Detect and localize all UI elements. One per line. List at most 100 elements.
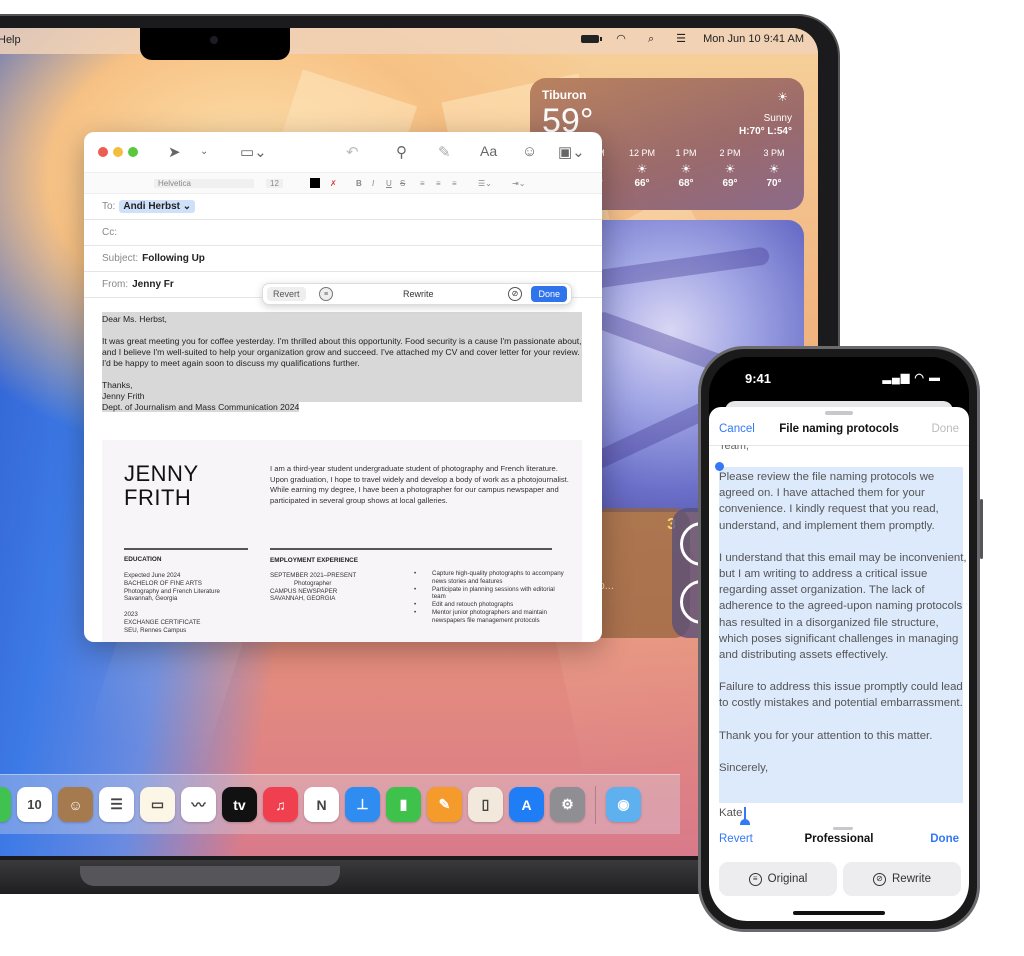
music-icon[interactable]: ♫ — [263, 787, 298, 822]
settings-icon[interactable]: ⚙ — [550, 787, 585, 822]
hour-item: 3 PM ☀ 70° — [752, 148, 796, 189]
mail-body[interactable]: Dear Ms. Herbst, It was great meeting yo… — [102, 314, 584, 413]
greeting: Dear Ms. Herbst, — [102, 314, 167, 324]
weather-condition: Sunny — [763, 113, 792, 124]
subject-field[interactable]: Subject: Following Up — [84, 246, 602, 272]
education-line: 2023 — [124, 610, 138, 618]
signature-dept: Dept. of Journalism and Mass Communicati… — [102, 402, 300, 412]
divider — [270, 548, 552, 550]
hour-temp: 69° — [722, 178, 738, 189]
send-options-chevron-icon[interactable]: ⌄ — [200, 146, 208, 157]
signature-name: Jenny Frith — [102, 391, 145, 401]
duty-item: Capture high-quality photographs to acco… — [414, 570, 564, 586]
sun-icon: ☀ — [768, 162, 780, 176]
writing-tools-rewrite-bar: Revert ≡ Rewrite ⊘ Done — [262, 283, 572, 305]
align-left-icon[interactable]: ≡ — [420, 179, 425, 188]
align-center-icon[interactable]: ≡ — [436, 179, 441, 188]
list-icon[interactable]: ☰⌄ — [478, 179, 492, 188]
employment-line: CAMPUS NEWSPAPER — [270, 587, 338, 595]
sheet-grabber[interactable] — [825, 411, 853, 415]
education-heading: EDUCATION — [124, 556, 162, 563]
battery-icon[interactable] — [581, 35, 603, 43]
mail-compose-window: ➤ ⌄ ▭⌄ ↶ ⚲ ✎ Aa ☺ ▣⌄ Helvetica 12 ✗ B I … — [84, 132, 602, 642]
compose-title: File naming protocols — [779, 423, 899, 435]
underline-button[interactable]: U — [386, 179, 392, 188]
freeform-icon[interactable]: 〰 — [181, 787, 216, 822]
menu-clock[interactable]: Mon Jun 10 9:41 AM — [703, 33, 804, 45]
rewrite-button[interactable]: ⊘ Rewrite — [843, 862, 961, 896]
education-line: Expected June 2024 — [124, 572, 181, 579]
tv-icon[interactable]: tv — [222, 787, 257, 822]
original-label: Original — [767, 873, 808, 885]
emoji-icon[interactable]: ☺ — [522, 143, 537, 160]
revert-button[interactable]: Revert — [267, 287, 306, 301]
attachment-icon[interactable]: ⚲ — [396, 143, 407, 161]
reply-icon[interactable]: ↶ — [346, 143, 359, 161]
cc-field[interactable]: Cc: — [84, 220, 602, 246]
bold-button[interactable]: B — [356, 179, 362, 188]
hour-time: 2 PM — [719, 148, 741, 158]
sun-icon: ☀ — [680, 162, 692, 176]
weather-city: Tiburon — [542, 88, 587, 102]
format-bar: Helvetica 12 ✗ B I U S ≡ ≡ ≡ ☰⌄ ⇥⌄ — [84, 172, 602, 194]
highlight-color-icon[interactable]: ✗ — [330, 179, 337, 188]
rewrite-icon[interactable]: ⊘ — [508, 287, 522, 301]
done-button[interactable]: Done — [531, 286, 567, 302]
sun-icon: ☀ — [636, 162, 648, 176]
education-line: Photography and French Literature — [124, 587, 220, 595]
menu-help[interactable]: Help — [0, 34, 21, 46]
app-store-icon[interactable]: A — [509, 787, 544, 822]
done-button[interactable]: Done — [930, 833, 959, 845]
hour-temp: 68° — [678, 178, 694, 189]
done-button-disabled[interactable]: Done — [932, 423, 960, 435]
selection-end-handle[interactable] — [740, 819, 750, 825]
align-right-icon[interactable]: ≡ — [452, 179, 457, 188]
photo-browser-icon[interactable]: ▣⌄ — [558, 143, 585, 161]
from-value: Jenny Fr — [132, 279, 174, 290]
keynote-icon[interactable]: ⊥ — [345, 787, 380, 822]
reminders-icon[interactable]: ☰ — [99, 787, 134, 822]
notes-icon[interactable]: ▭ — [140, 787, 175, 822]
pages-icon[interactable]: ✎ — [427, 787, 462, 822]
calendar-icon[interactable]: 10 — [17, 787, 52, 822]
numbers-icon[interactable]: ▮ — [386, 787, 421, 822]
close-button[interactable] — [98, 147, 108, 157]
original-icon: ≡ — [748, 872, 762, 886]
format-aa-button[interactable]: Aa — [480, 143, 497, 159]
zoom-button[interactable] — [128, 147, 138, 157]
minimize-button[interactable] — [113, 147, 123, 157]
panel-grabber[interactable] — [833, 827, 853, 830]
contacts-icon[interactable]: ☺ — [58, 787, 93, 822]
iphone-screen: 9:41 ▂▄▆ ◠ ▬ Cancel File naming protocol… — [709, 357, 969, 921]
mail-toolbar: ➤ ⌄ ▭⌄ ↶ ⚲ ✎ Aa ☺ ▣⌄ — [84, 132, 602, 172]
indent-icon[interactable]: ⇥⌄ — [512, 179, 525, 188]
control-center-icon[interactable]: ☰ — [673, 33, 689, 45]
facetime-icon[interactable]: ▶ — [0, 787, 11, 822]
font-size-select[interactable]: 12 — [266, 179, 283, 188]
employment-line: Photographer — [294, 579, 332, 587]
text-color-swatch[interactable] — [310, 178, 320, 188]
wifi-icon[interactable]: ◠ — [613, 33, 629, 45]
markup-icon[interactable]: ✎ — [438, 143, 451, 161]
strikethrough-button[interactable]: S — [400, 179, 405, 188]
resume-attachment[interactable]: JENNY FRITH I am a third-year student und… — [102, 440, 582, 642]
compose-sheet: Cancel File naming protocols Done Team, … — [709, 407, 969, 921]
education-line: Savannah, Georgia — [124, 595, 178, 603]
marketing-scene: Help ◠ ⌕ ☰ Mon Jun 10 9:41 AM Tiburon 59… — [0, 0, 1024, 956]
message-paragraph: Sincerely, — [719, 761, 769, 774]
original-icon[interactable]: ≡ — [319, 287, 333, 301]
font-family-select[interactable]: Helvetica — [154, 179, 254, 188]
search-icon[interactable]: ⌕ — [643, 33, 659, 45]
news-icon[interactable]: N — [304, 787, 339, 822]
original-button[interactable]: ≡ Original — [719, 862, 837, 896]
recipient-token[interactable]: Andi Herbst ⌄ — [119, 200, 196, 213]
to-field[interactable]: To: Andi Herbst ⌄ — [84, 194, 602, 220]
folder-icon[interactable]: ◉ — [606, 787, 641, 822]
message-body[interactable]: Please review the file naming protocols … — [719, 469, 967, 792]
header-fields-icon[interactable]: ▭⌄ — [240, 143, 267, 161]
iphone-mirroring-icon[interactable]: ▯ — [468, 787, 503, 822]
duties-list: Capture high-quality photographs to acco… — [414, 570, 564, 625]
italic-button[interactable]: I — [372, 179, 374, 188]
home-indicator[interactable] — [793, 911, 885, 915]
send-icon[interactable]: ➤ — [168, 143, 181, 161]
